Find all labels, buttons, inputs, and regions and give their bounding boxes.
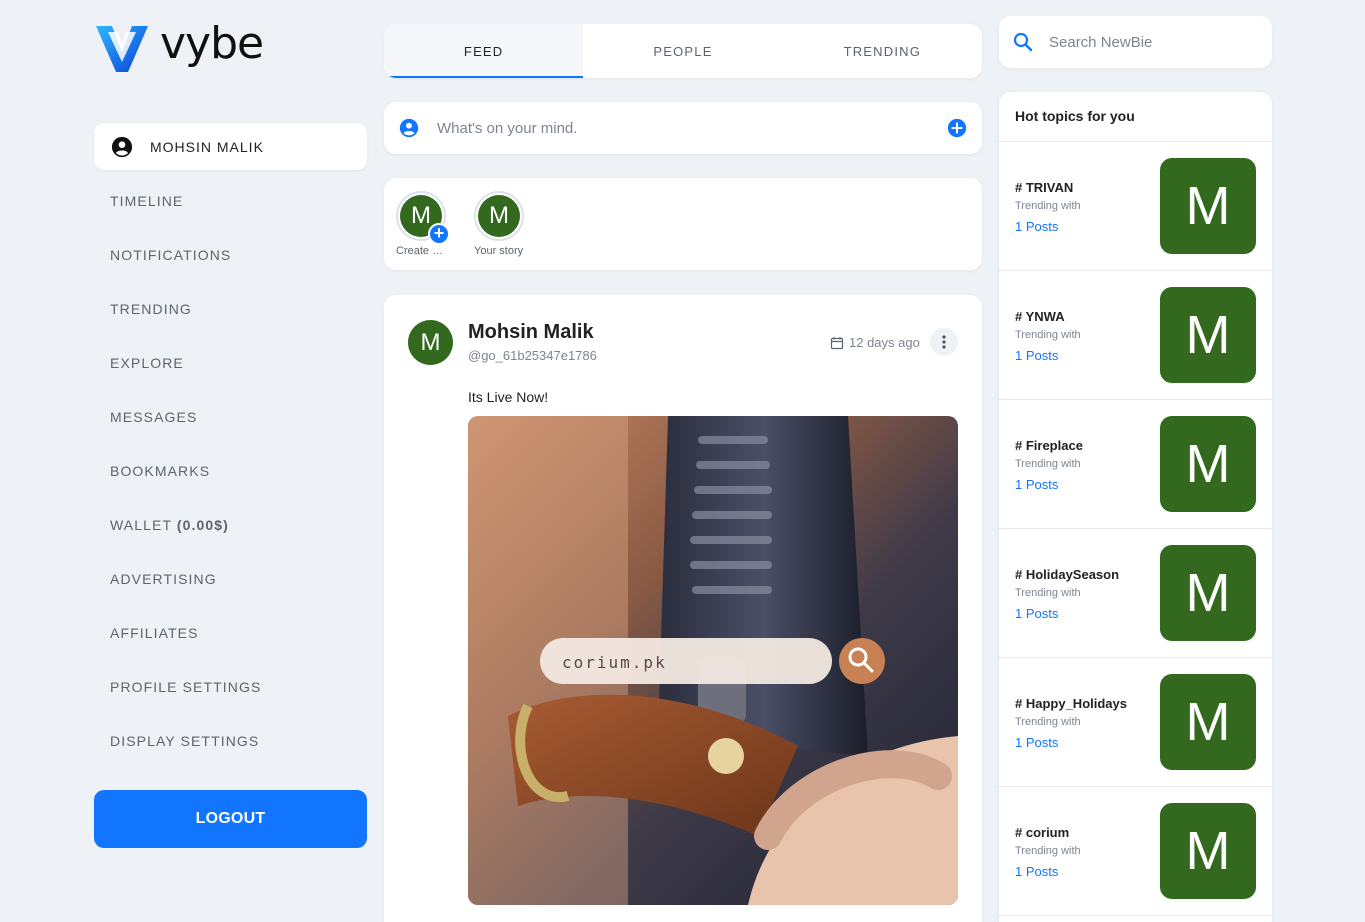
story-avatar-ring: M	[474, 191, 524, 241]
sidebar-nav: TIMELINE NOTIFICATIONS TRENDING EXPLORE …	[110, 186, 261, 780]
post-author-avatar[interactable]: M	[408, 320, 453, 365]
topic-thumbnail[interactable]: M	[1160, 674, 1256, 770]
avatar: M	[478, 195, 520, 237]
story-yours[interactable]: M Your story	[474, 191, 552, 270]
tab-trending[interactable]: TRENDING	[783, 24, 982, 78]
topic-thumbnail[interactable]: M	[1160, 416, 1256, 512]
sidebar-item-bookmarks[interactable]: BOOKMARKS	[110, 456, 261, 510]
post-time-text: 12 days ago	[849, 335, 920, 350]
topic-item[interactable]: # HolidaySeason Trending with 1 Posts M	[999, 529, 1272, 658]
topic-thumbnail[interactable]: M	[1160, 287, 1256, 383]
brand-name: vybe	[160, 18, 264, 69]
topic-post-count[interactable]: 1 Posts	[1015, 864, 1058, 879]
composer-input[interactable]: What's on your mind.	[437, 120, 946, 137]
topic-item[interactable]: # corium Trending with 1 Posts M	[999, 787, 1272, 916]
hot-topics-heading: Hot topics for you	[999, 92, 1272, 142]
topic-name[interactable]: # YNWA	[1015, 309, 1065, 324]
brand-logo[interactable]: vybe	[94, 18, 264, 76]
post-author-name[interactable]: Mohsin Malik	[468, 321, 594, 344]
post-text: Its Live Now!	[468, 389, 549, 405]
topic-subtitle: Trending with	[1015, 716, 1081, 728]
topic-subtitle: Trending with	[1015, 845, 1081, 857]
calendar-icon	[830, 336, 844, 349]
sidebar-item-affiliates[interactable]: AFFILIATES	[110, 618, 261, 672]
logout-button[interactable]: LOGOUT	[94, 790, 367, 848]
story-caption: Create Story	[396, 245, 446, 257]
post-photo: corium.pk	[468, 416, 958, 905]
sidebar-item-timeline[interactable]: TIMELINE	[110, 186, 261, 240]
topic-item[interactable]: # Happy_Holidays Trending with 1 Posts M	[999, 658, 1272, 787]
topic-subtitle: Trending with	[1015, 329, 1081, 341]
tab-people[interactable]: PEOPLE	[583, 24, 782, 78]
plus-circle-icon[interactable]	[946, 117, 968, 139]
topic-name[interactable]: # TRIVAN	[1015, 180, 1073, 195]
sidebar-item-display-settings[interactable]: DISPLAY SETTINGS	[110, 726, 261, 780]
story-avatar-ring: M +	[396, 191, 450, 245]
stories-bar: M + Create Story M Your story	[384, 178, 982, 270]
topic-post-count[interactable]: 1 Posts	[1015, 735, 1058, 750]
search-icon	[1013, 32, 1033, 52]
topic-post-count[interactable]: 1 Posts	[1015, 219, 1058, 234]
topic-item[interactable]: # Fireplace Trending with 1 Posts M	[999, 400, 1272, 529]
topic-post-count[interactable]: 1 Posts	[1015, 606, 1058, 621]
post-image[interactable]: corium.pk	[468, 416, 958, 905]
account-circle-icon	[111, 136, 133, 157]
story-create[interactable]: M + Create Story	[396, 191, 474, 270]
topic-name[interactable]: # Happy_Holidays	[1015, 696, 1127, 711]
sidebar-item-wallet[interactable]: WALLET (0.00$)	[110, 510, 261, 564]
more-vertical-icon	[942, 335, 946, 349]
topic-item[interactable]: # YNWA Trending with 1 Posts M	[999, 271, 1272, 400]
story-caption: Your story	[474, 245, 524, 257]
topic-name[interactable]: # HolidaySeason	[1015, 567, 1119, 582]
topic-subtitle: Trending with	[1015, 587, 1081, 599]
plus-icon: +	[428, 223, 450, 245]
sidebar-item-trending[interactable]: TRENDING	[110, 294, 261, 348]
sidebar-item-profile-settings[interactable]: PROFILE SETTINGS	[110, 672, 261, 726]
sidebar-item-messages[interactable]: MESSAGES	[110, 402, 261, 456]
search-input[interactable]: Search NewBie	[1049, 34, 1152, 51]
account-circle-icon	[399, 118, 419, 138]
topic-name[interactable]: # Fireplace	[1015, 438, 1083, 453]
topic-subtitle: Trending with	[1015, 458, 1081, 470]
post-options-button[interactable]	[930, 328, 958, 356]
post-timestamp: 12 days ago	[830, 335, 920, 350]
topic-thumbnail[interactable]: M	[1160, 158, 1256, 254]
feed-post: M Mohsin Malik @go_61b25347e1786 12 days…	[384, 295, 982, 922]
tab-feed[interactable]: FEED	[384, 24, 584, 78]
topic-subtitle: Trending with	[1015, 200, 1081, 212]
topic-thumbnail[interactable]: M	[1160, 803, 1256, 899]
image-search-text: corium.pk	[562, 653, 667, 672]
wallet-balance: (0.00$)	[176, 517, 229, 533]
sidebar-profile-name: MOHSIN MALIK	[150, 138, 264, 155]
sidebar-item-advertising[interactable]: ADVERTISING	[110, 564, 261, 618]
topic-post-count[interactable]: 1 Posts	[1015, 348, 1058, 363]
feed-tabs: FEED PEOPLE TRENDING	[384, 24, 982, 78]
post-composer[interactable]: What's on your mind.	[384, 102, 982, 154]
topic-name[interactable]: # corium	[1015, 825, 1069, 840]
hot-topics-panel: Hot topics for you # TRIVAN Trending wit…	[999, 92, 1272, 922]
search-bar[interactable]: Search NewBie	[999, 16, 1272, 68]
topic-thumbnail[interactable]: M	[1160, 545, 1256, 641]
sidebar-item-explore[interactable]: EXPLORE	[110, 348, 261, 402]
vybe-logo-icon	[96, 26, 148, 72]
topic-item[interactable]: # TRIVAN Trending with 1 Posts M	[999, 142, 1272, 271]
post-author-handle: @go_61b25347e1786	[468, 348, 597, 363]
topic-post-count[interactable]: 1 Posts	[1015, 477, 1058, 492]
sidebar-item-notifications[interactable]: NOTIFICATIONS	[110, 240, 261, 294]
sidebar-profile[interactable]: MOHSIN MALIK	[94, 123, 367, 170]
